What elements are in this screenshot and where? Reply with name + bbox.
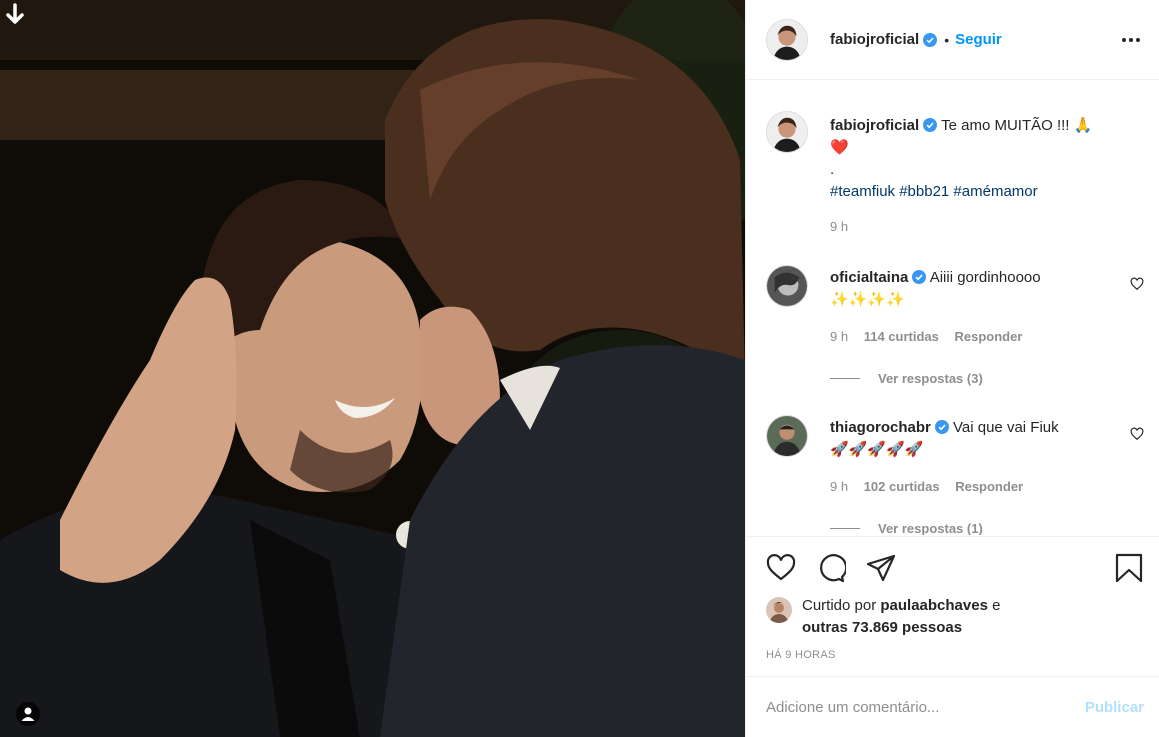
caption-text: Te amo MUITÃO !!! 🙏 (941, 117, 1093, 134)
view-replies-button[interactable]: Ver respostas (3) (830, 371, 983, 386)
liker-avatar[interactable] (766, 597, 792, 623)
comment-likes[interactable]: 102 curtidas (864, 479, 940, 494)
verified-badge-icon (934, 420, 949, 434)
comment-bubble-icon[interactable] (816, 553, 846, 583)
post-actions: Curtido por paulaabchaves e outras 73.86… (746, 536, 1159, 676)
comment-username[interactable]: thiagorochabr (830, 419, 931, 436)
author-username[interactable]: fabiojroficial (830, 31, 919, 48)
liker-username[interactable]: paulaabchaves (880, 597, 988, 614)
more-options-icon[interactable] (1119, 28, 1143, 52)
caption-time[interactable]: 9 h (830, 219, 848, 234)
comment-emoji: 🚀🚀🚀🚀🚀 (830, 441, 924, 458)
comment-avatar[interactable] (766, 265, 808, 307)
post-timestamp[interactable]: HÁ 9 HORAS (766, 649, 836, 661)
reply-button[interactable]: Responder (955, 479, 1023, 494)
caption-avatar[interactable] (766, 111, 808, 153)
comment-emoji: ✨✨✨✨ (830, 291, 905, 308)
likes-joiner: e (992, 597, 1001, 614)
caption-line2: ❤️ (830, 139, 849, 156)
comment-like-heart-icon[interactable] (1130, 427, 1144, 441)
comment-like-heart-icon[interactable] (1130, 277, 1144, 291)
comment-meta: 9 h 102 curtidas Responder (830, 479, 1035, 494)
comment-username[interactable]: oficialtaina (830, 269, 908, 286)
header-separator: • (944, 31, 950, 48)
comment-time[interactable]: 9 h (830, 479, 848, 494)
follow-button[interactable]: Seguir (955, 31, 1002, 48)
photo-illustration (0, 0, 745, 737)
likes-summary: Curtido por paulaabchaves e outras 73.86… (766, 595, 1000, 639)
comment-likes[interactable]: 114 curtidas (864, 329, 939, 344)
comment-avatar[interactable] (766, 415, 808, 457)
share-paper-plane-icon[interactable] (866, 553, 896, 583)
view-replies-button[interactable]: Ver respostas (1) (830, 521, 983, 535)
view-replies-label: Ver respostas (3) (878, 371, 983, 386)
comment-input[interactable] (766, 698, 1085, 716)
caption-meta: 9 h (830, 219, 860, 234)
user-tag-icon[interactable] (16, 702, 40, 726)
comment-text: Vai que vai Fiuk (953, 419, 1059, 436)
verified-badge-icon (923, 32, 938, 47)
verified-badge-icon (923, 118, 938, 132)
comment-time[interactable]: 9 h (830, 329, 848, 344)
add-comment-bar: Publicar (746, 676, 1159, 737)
arrow-down-icon[interactable] (4, 2, 26, 28)
post-photo[interactable] (0, 0, 745, 737)
likes-prefix: Curtido por (802, 597, 877, 614)
comment-meta: 9 h 114 curtidas Responder (830, 329, 1034, 344)
caption-username[interactable]: fabiojroficial (830, 117, 919, 134)
post-header: fabiojroficial • Seguir (746, 0, 1159, 80)
replies-divider (830, 378, 860, 379)
likes-others[interactable]: outras 73.869 pessoas (802, 619, 962, 636)
replies-divider (830, 528, 860, 529)
publish-button[interactable]: Publicar (1085, 699, 1144, 716)
post-side-panel: fabiojroficial • Seguir fabiojroficial T… (745, 0, 1159, 737)
comment-text: Aiiii gordinhoooo (929, 269, 1041, 286)
like-heart-icon[interactable] (766, 553, 796, 583)
verified-badge-icon (912, 270, 927, 284)
caption-hashtags[interactable]: #teamfiuk #bbb21 #amémamor (830, 183, 1038, 200)
caption-line3: . (830, 161, 835, 178)
author-avatar[interactable] (766, 18, 808, 61)
save-bookmark-icon[interactable] (1114, 553, 1144, 583)
reply-button[interactable]: Responder (954, 329, 1022, 344)
comments-list[interactable]: fabiojroficial Te amo MUITÃO !!! 🙏 ❤️ . … (746, 81, 1159, 535)
view-replies-label: Ver respostas (1) (878, 521, 983, 535)
